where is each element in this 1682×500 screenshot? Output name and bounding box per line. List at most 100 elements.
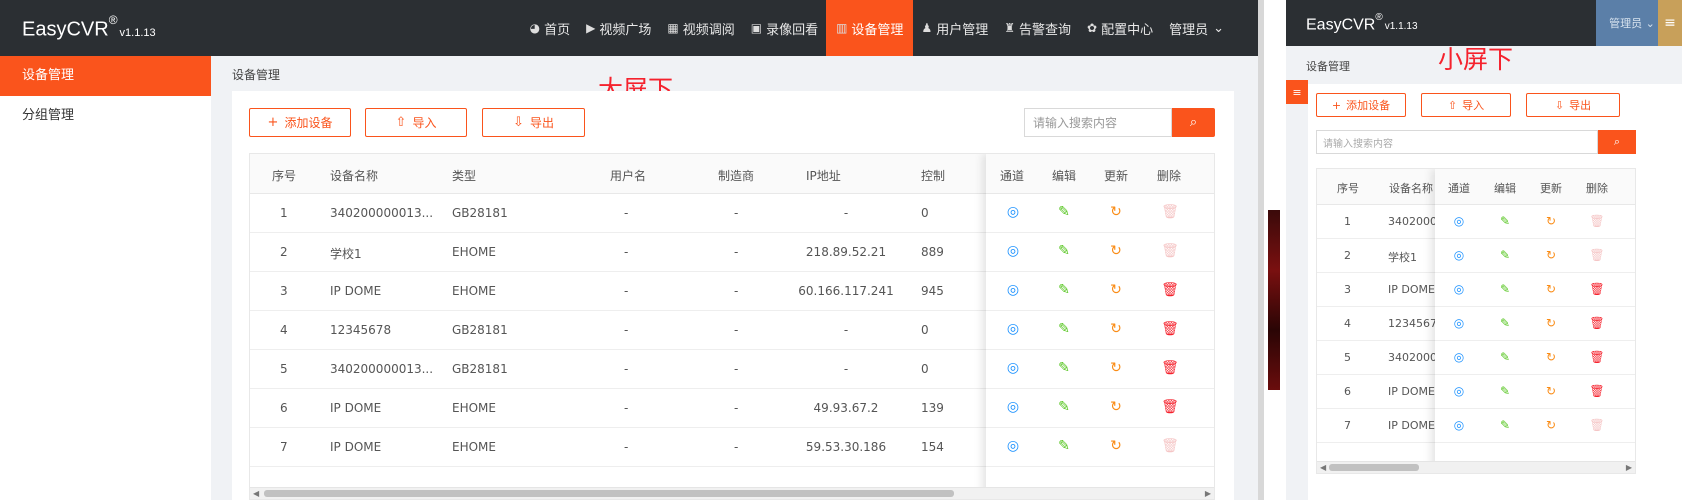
refresh-icon[interactable]: ↻ — [1107, 321, 1125, 337]
edit-icon[interactable]: ✎ — [1497, 384, 1513, 398]
cell-ip: - — [843, 362, 849, 376]
channel-icon[interactable]: ◎ — [1004, 243, 1022, 259]
trash-icon[interactable]: 🗑 — [1161, 438, 1179, 454]
channel-icon[interactable]: ◎ — [1451, 248, 1467, 262]
refresh-icon[interactable]: ↻ — [1107, 243, 1125, 259]
chevron-down-icon: ⌄ — [1645, 16, 1655, 30]
refresh-icon[interactable]: ↻ — [1107, 399, 1125, 415]
channel-icon[interactable]: ◎ — [1004, 360, 1022, 376]
edit-icon[interactable]: ✎ — [1497, 418, 1513, 432]
refresh-icon[interactable]: ↻ — [1543, 214, 1559, 228]
refresh-icon[interactable]: ↻ — [1107, 438, 1125, 454]
nav-item-5[interactable]: ♟ 用户管理 — [913, 0, 996, 56]
small-action-header-1: 编辑 — [1494, 182, 1516, 195]
edit-icon[interactable]: ✎ — [1055, 360, 1073, 376]
nav-item-6[interactable]: ♜ 告警查询 — [996, 0, 1079, 56]
refresh-icon[interactable]: ↻ — [1543, 248, 1559, 262]
edit-icon[interactable]: ✎ — [1055, 399, 1073, 415]
refresh-icon[interactable]: ↻ — [1543, 282, 1559, 296]
trash-icon[interactable]: 🗑 — [1161, 282, 1179, 298]
import-button[interactable]: ⇧ 导入 — [365, 108, 467, 137]
trash-icon[interactable]: 🗑 — [1589, 418, 1605, 432]
channel-icon[interactable]: ◎ — [1451, 418, 1467, 432]
small-add-device-button[interactable]: + 添加设备 — [1316, 93, 1406, 117]
cell-index: 3 — [280, 284, 288, 298]
edit-icon[interactable]: ✎ — [1497, 248, 1513, 262]
channel-icon[interactable]: ◎ — [1004, 438, 1022, 454]
add-device-button[interactable]: + 添加设备 — [249, 108, 351, 137]
refresh-icon[interactable]: ↻ — [1107, 282, 1125, 298]
small-search-input[interactable]: 请输入搜索内容 — [1316, 130, 1598, 154]
trash-icon[interactable]: 🗑 — [1589, 282, 1605, 296]
row-divider — [986, 427, 1214, 428]
sidebar-item-0[interactable]: 设备管理 — [0, 56, 211, 96]
small-import-button[interactable]: ⇧ 导入 — [1421, 93, 1511, 117]
trash-icon[interactable]: 🗑 — [1589, 316, 1605, 330]
small-app-logo[interactable]: EasyCVR®v1.1.13 — [1306, 12, 1418, 34]
app-logo[interactable]: EasyCVR®v1.1.13 — [22, 13, 156, 42]
horizontal-scrollbar[interactable]: ◀ ▶ — [250, 487, 1214, 499]
edit-icon[interactable]: ✎ — [1055, 438, 1073, 454]
channel-icon[interactable]: ◎ — [1451, 282, 1467, 296]
trash-icon[interactable]: 🗑 — [1161, 321, 1179, 337]
nav-item-7[interactable]: ✿ 配置中心 — [1079, 0, 1161, 56]
nav-item-4[interactable]: ▥ 设备管理 — [826, 0, 914, 56]
small-scrollbar-thumb[interactable] — [1329, 464, 1419, 471]
edit-icon[interactable]: ✎ — [1497, 214, 1513, 228]
search-input[interactable]: 请输入搜索内容 — [1024, 108, 1172, 137]
sidebar-toggle-icon[interactable]: ≡ — [1286, 80, 1308, 104]
small-column-header-1: 设备名称 — [1389, 182, 1433, 195]
nav-item-0[interactable]: ◕ 首页 — [522, 0, 579, 56]
edit-icon[interactable]: ✎ — [1055, 204, 1073, 220]
export-button[interactable]: ⇩ 导出 — [482, 108, 585, 137]
small-export-button[interactable]: ⇩ 导出 — [1526, 93, 1620, 117]
refresh-icon[interactable]: ↻ — [1543, 418, 1559, 432]
refresh-icon[interactable]: ↻ — [1543, 350, 1559, 364]
trash-icon[interactable]: 🗑 — [1589, 384, 1605, 398]
hamburger-menu-icon[interactable]: ≡ — [1658, 0, 1682, 46]
small-add-device-label: 添加设备 — [1346, 99, 1391, 112]
trash-icon[interactable]: 🗑 — [1161, 399, 1179, 415]
channel-icon[interactable]: ◎ — [1451, 316, 1467, 330]
scroll-right-icon[interactable]: ▶ — [1205, 488, 1211, 499]
nav-item-1[interactable]: ▶ 视频广场 — [578, 0, 659, 56]
small-horizontal-scrollbar[interactable]: ◀ ▶ — [1317, 461, 1635, 473]
user-menu[interactable]: 管理员 ⌄ — [1161, 0, 1258, 56]
edit-icon[interactable]: ✎ — [1055, 282, 1073, 298]
channel-icon[interactable]: ◎ — [1004, 321, 1022, 337]
trash-icon[interactable]: 🗑 — [1589, 214, 1605, 228]
refresh-icon[interactable]: ↻ — [1107, 360, 1125, 376]
channel-icon[interactable]: ◎ — [1451, 214, 1467, 228]
cell-ip: 60.166.117.241 — [798, 284, 894, 298]
trash-icon[interactable]: 🗑 — [1589, 248, 1605, 262]
scroll-left-icon[interactable]: ◀ — [253, 488, 259, 499]
small-device-table: 序号 设备名称 1 3402000 2 学校1 3 IP DOME 4 1234567 5 3402… — [1316, 168, 1636, 474]
edit-icon[interactable]: ✎ — [1497, 316, 1513, 330]
scrollbar-thumb[interactable] — [264, 490, 954, 497]
channel-icon[interactable]: ◎ — [1451, 350, 1467, 364]
channel-icon[interactable]: ◎ — [1004, 204, 1022, 220]
refresh-icon[interactable]: ↻ — [1543, 316, 1559, 330]
scroll-left-icon[interactable]: ◀ — [1320, 462, 1326, 473]
small-search-button[interactable]: ⌕ — [1598, 130, 1636, 154]
channel-icon[interactable]: ◎ — [1451, 384, 1467, 398]
sidebar-item-1[interactable]: 分组管理 — [0, 96, 211, 136]
refresh-icon[interactable]: ↻ — [1543, 384, 1559, 398]
edit-icon[interactable]: ✎ — [1497, 350, 1513, 364]
cell-type: EHOME — [452, 401, 496, 415]
search-button[interactable]: ⌕ — [1172, 108, 1215, 137]
nav-item-2[interactable]: ▦ 视频调阅 — [659, 0, 742, 56]
edit-icon[interactable]: ✎ — [1055, 243, 1073, 259]
channel-icon[interactable]: ◎ — [1004, 399, 1022, 415]
trash-icon[interactable]: 🗑 — [1161, 360, 1179, 376]
trash-icon[interactable]: 🗑 — [1589, 350, 1605, 364]
nav-item-3[interactable]: ▣ 录像回看 — [743, 0, 826, 56]
edit-icon[interactable]: ✎ — [1055, 321, 1073, 337]
scroll-right-icon[interactable]: ▶ — [1626, 462, 1632, 473]
edit-icon[interactable]: ✎ — [1497, 282, 1513, 296]
cell-type: GB28181 — [452, 323, 508, 337]
channel-icon[interactable]: ◎ — [1004, 282, 1022, 298]
refresh-icon[interactable]: ↻ — [1107, 204, 1125, 220]
trash-icon[interactable]: 🗑 — [1161, 204, 1179, 220]
trash-icon[interactable]: 🗑 — [1161, 243, 1179, 259]
